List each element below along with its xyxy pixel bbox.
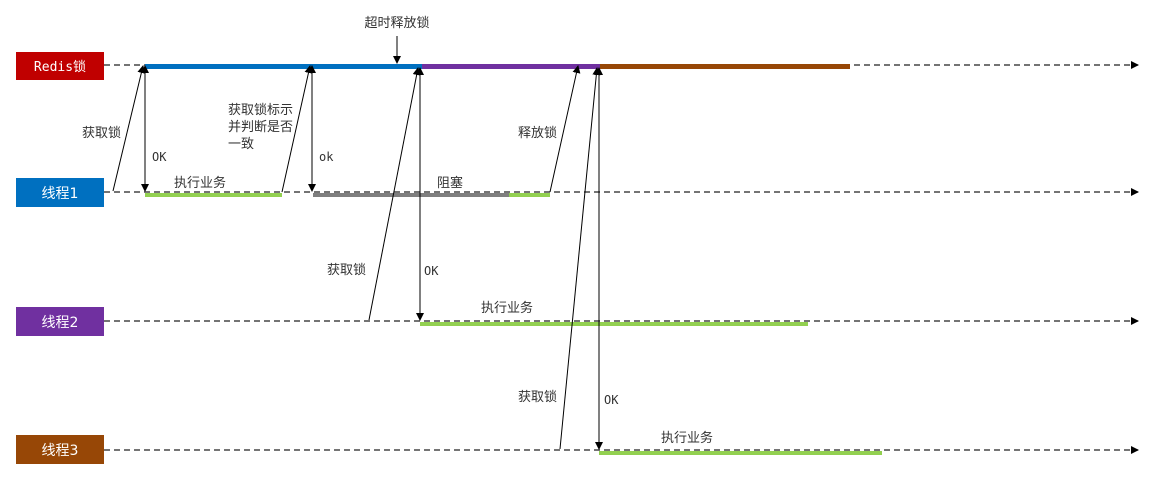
thread3-business-bar xyxy=(599,451,882,455)
timeout-release-label: 超时释放锁 xyxy=(364,15,429,31)
lock-held-by-thread1-bar xyxy=(145,64,422,69)
thread3-lane-label: 线程3 xyxy=(42,443,79,459)
thread1-blocked-bar xyxy=(313,193,509,197)
redis-lane-label: Redis锁 xyxy=(34,59,86,75)
thread3-business-label: 执行业务 xyxy=(661,430,713,446)
thread1-lane-label: 线程1 xyxy=(42,186,79,202)
check-identity-label-line2: 并判断是否 xyxy=(228,120,293,135)
thread3-acquire-arrow xyxy=(559,67,601,450)
thread1-business-label: 执行业务 xyxy=(174,175,226,191)
thread3-ok-label: OK xyxy=(604,393,619,407)
diagram-canvas: Redis锁 线程1 线程2 线程3 超时释放锁 获取锁 OK 执行业务 获取锁… xyxy=(16,15,1139,464)
thread2-lane-label: 线程2 xyxy=(42,315,79,331)
thread1-ok2-label: ok xyxy=(319,150,334,164)
thread2-business-bar xyxy=(420,322,808,326)
thread1-ok-label: OK xyxy=(152,150,167,164)
thread1-business-bar-2 xyxy=(509,193,550,197)
thread2-acquire-label: 获取锁 xyxy=(327,262,366,278)
check-identity-label-line3: 一致 xyxy=(228,137,254,152)
thread1-business-bar xyxy=(145,193,282,197)
release-lock-label: 释放锁 xyxy=(518,125,557,141)
check-identity-label-line1: 获取锁标示 xyxy=(228,102,293,118)
lock-timeline-diagram: Redis锁 线程1 线程2 线程3 超时释放锁 获取锁 OK 执行业务 获取锁… xyxy=(0,0,1157,489)
thread1-blocked-label: 阻塞 xyxy=(437,175,463,191)
lock-held-by-thread2-bar xyxy=(422,64,600,69)
thread1-acquire-label: 获取锁 xyxy=(82,125,121,141)
thread2-business-label: 执行业务 xyxy=(481,300,533,316)
lock-held-by-thread3-bar xyxy=(600,64,850,69)
thread2-ok-label: OK xyxy=(424,264,439,278)
thread3-acquire-label: 获取锁 xyxy=(518,389,557,405)
